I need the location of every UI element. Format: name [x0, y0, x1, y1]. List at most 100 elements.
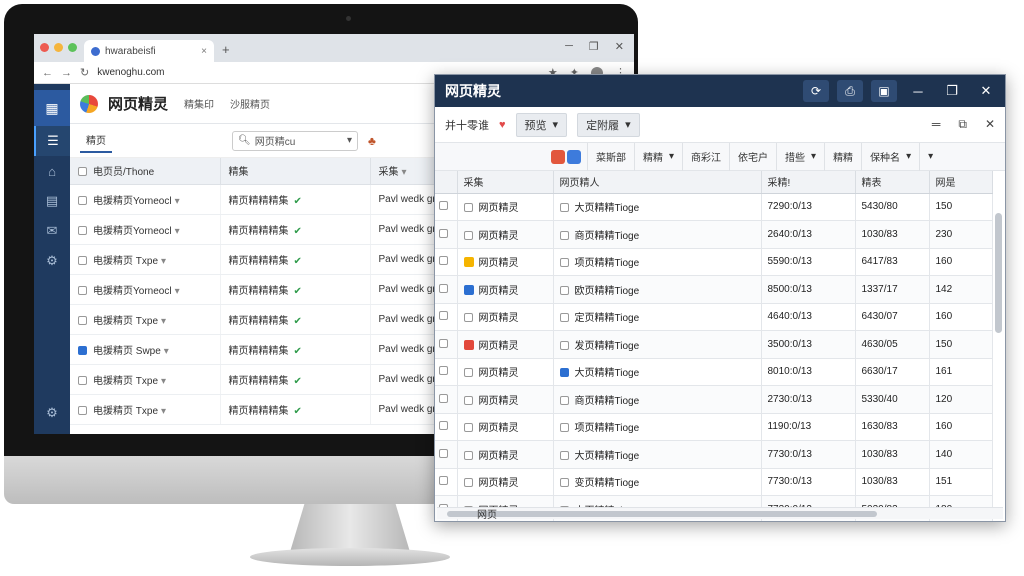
col-header-1[interactable]: 电页员/Thone: [70, 158, 221, 185]
nav-settings-icon[interactable]: ⚙: [34, 246, 70, 276]
row-checkbox[interactable]: [78, 405, 87, 415]
close-icon[interactable]: ✕: [973, 83, 999, 99]
row-checkbox[interactable]: [559, 285, 569, 295]
forward-icon[interactable]: →: [61, 67, 72, 79]
sync-icon[interactable]: ⟳: [803, 80, 829, 102]
browser-tab[interactable]: hwarabeisfi ×: [84, 40, 214, 62]
row-select-checkbox[interactable]: [439, 366, 448, 376]
row-name-cell[interactable]: 电援精页 Txpe ▾: [70, 244, 221, 275]
people-icon[interactable]: ♣: [368, 134, 376, 148]
row-name-cell[interactable]: 电援精页 Swpe ▾: [70, 334, 221, 365]
reload-icon[interactable]: ↻: [80, 66, 89, 79]
row-checkbox[interactable]: [559, 203, 569, 213]
filter-item[interactable]: 保种名 ▾: [861, 142, 919, 171]
row-select-checkbox[interactable]: [439, 338, 448, 348]
row-checkbox[interactable]: [78, 375, 87, 385]
print-icon[interactable]: ⎙: [837, 80, 863, 102]
filter-item[interactable]: 菜斯部: [587, 142, 634, 171]
nav-list-icon[interactable]: ☰: [34, 126, 70, 156]
row-checkbox[interactable]: [463, 313, 473, 323]
table-row[interactable]: 网页精灵 大页精精Tioge 7290:0/13 5430/80 150: [435, 193, 993, 221]
row-checkbox[interactable]: [463, 423, 473, 433]
row-select-checkbox[interactable]: [439, 421, 448, 431]
nav-folder-icon[interactable]: ▤: [34, 186, 70, 216]
collapse-icon[interactable]: ═: [932, 117, 941, 132]
new-tab-button[interactable]: +: [222, 42, 230, 57]
preview-dropdown[interactable]: 预览 ▾: [515, 112, 568, 137]
col-header-2[interactable]: 精集: [220, 158, 371, 185]
row-checkbox[interactable]: [559, 450, 569, 460]
tab-pages[interactable]: 精页: [80, 128, 112, 153]
row-name-cell[interactable]: 电援精页 Txpe ▾: [70, 364, 221, 395]
attach-dropdown[interactable]: 定附履 ▾: [577, 112, 640, 137]
filter-item[interactable]: 精精 ▾: [634, 142, 682, 171]
row-checkbox[interactable]: [463, 368, 473, 378]
app-logo-icon[interactable]: ▦: [34, 90, 70, 126]
row-select-checkbox[interactable]: [439, 201, 448, 211]
row-checkbox[interactable]: [463, 478, 473, 488]
table-row[interactable]: 网页精灵 大页精精Tioge 7730:0/13 1030/83 140: [435, 440, 993, 469]
chevron-down-icon[interactable]: ▾: [347, 135, 352, 146]
table-row[interactable]: 网页精灵 发页精精Tioge 3500:0/13 4630/05 150: [435, 330, 993, 359]
close-panel-icon[interactable]: ✕: [985, 117, 995, 132]
zoom-dot[interactable]: [68, 43, 77, 52]
row-name-cell[interactable]: 电援精页Yorneocl ▾: [70, 184, 221, 215]
row-name-cell[interactable]: 电援精页 Txpe ▾: [70, 304, 221, 335]
table-row[interactable]: 网页精灵 项页精精Tioge 1190:0/13 1630/83 160: [435, 413, 993, 441]
row-checkbox[interactable]: [559, 423, 569, 433]
row-checkbox[interactable]: [559, 258, 569, 268]
row-checkbox[interactable]: [559, 313, 569, 323]
restore-icon[interactable]: ❐: [589, 40, 599, 53]
select-all-checkbox[interactable]: [78, 167, 87, 177]
heart-icon[interactable]: ♥: [499, 119, 506, 131]
minimize-icon[interactable]: ─: [905, 84, 931, 99]
grid-col-1[interactable]: 采集: [457, 171, 554, 194]
color-tags[interactable]: [551, 149, 581, 164]
row-name-cell[interactable]: 电援精页Yorneocl ▾: [70, 214, 221, 245]
vertical-scrollbar[interactable]: [995, 203, 1003, 503]
table-row[interactable]: 网页精灵 变页精精Tioge 7730:0/13 1030/83 151: [435, 468, 993, 496]
horizontal-scrollbar[interactable]: 网页: [437, 507, 1003, 521]
row-checkbox[interactable]: [78, 195, 87, 205]
grid-col-3[interactable]: 采精!: [761, 171, 856, 194]
app-subtitle-2[interactable]: 沙服精页: [230, 96, 270, 111]
filter-item[interactable]: 商彩江: [682, 142, 729, 171]
table-row[interactable]: 网页精灵 欧页精精Tioge 8500:0/13 1337/17 142: [435, 275, 993, 304]
row-checkbox[interactable]: [559, 340, 569, 350]
more-filters-icon[interactable]: ▾: [919, 142, 941, 171]
row-checkbox[interactable]: [78, 345, 87, 355]
save-icon[interactable]: ▣: [871, 80, 897, 102]
row-checkbox[interactable]: [559, 230, 569, 240]
back-icon[interactable]: ←: [42, 67, 53, 79]
table-row[interactable]: 网页精灵 商页精精Tioge 2730:0/13 5330/40 120: [435, 385, 993, 414]
nav-mail-icon[interactable]: ✉: [34, 216, 70, 246]
table-row[interactable]: 网页精灵 大页精精Tioge 8010:0/13 6630/17 161: [435, 358, 993, 386]
row-select-checkbox[interactable]: [439, 448, 448, 458]
table-row[interactable]: 网页精灵 商页精精Tioge 2640:0/13 1030/83 230: [435, 220, 993, 249]
row-checkbox[interactable]: [559, 368, 569, 378]
app-subtitle-1[interactable]: 精集印: [184, 96, 214, 111]
table-row[interactable]: 网页精灵 项页精精Tioge 5590:0/13 6417/83 160: [435, 248, 993, 276]
nav-home-icon[interactable]: ⌂: [34, 156, 70, 186]
row-select-checkbox[interactable]: [439, 228, 448, 238]
hscroll-thumb[interactable]: [447, 511, 877, 517]
close-icon[interactable]: ✕: [615, 40, 624, 53]
grid-select-column[interactable]: [435, 171, 458, 194]
filter-item[interactable]: 依宅户: [729, 142, 776, 171]
row-checkbox[interactable]: [78, 225, 87, 235]
search-input[interactable]: 🔍︎ 网页精cu ▾: [232, 130, 358, 151]
grid-col-5[interactable]: 网是: [929, 171, 993, 194]
scroll-thumb[interactable]: [995, 213, 1002, 333]
row-checkbox[interactable]: [78, 255, 87, 265]
maximize-icon[interactable]: ❐: [939, 83, 965, 99]
row-checkbox[interactable]: [78, 285, 87, 295]
table-row[interactable]: 网页精灵 定页精精Tioge 4640:0/13 6430/07 160: [435, 303, 993, 331]
row-select-checkbox[interactable]: [439, 311, 448, 321]
row-name-cell[interactable]: 电援精页Yorneocl ▾: [70, 274, 221, 305]
row-checkbox[interactable]: [463, 450, 473, 460]
row-select-checkbox[interactable]: [439, 476, 448, 486]
close-tab-icon[interactable]: ×: [201, 46, 207, 57]
grid-col-4[interactable]: 精表: [855, 171, 930, 194]
expand-icon[interactable]: ⧉: [958, 117, 967, 132]
grid-col-2[interactable]: 网页精人: [553, 171, 762, 194]
